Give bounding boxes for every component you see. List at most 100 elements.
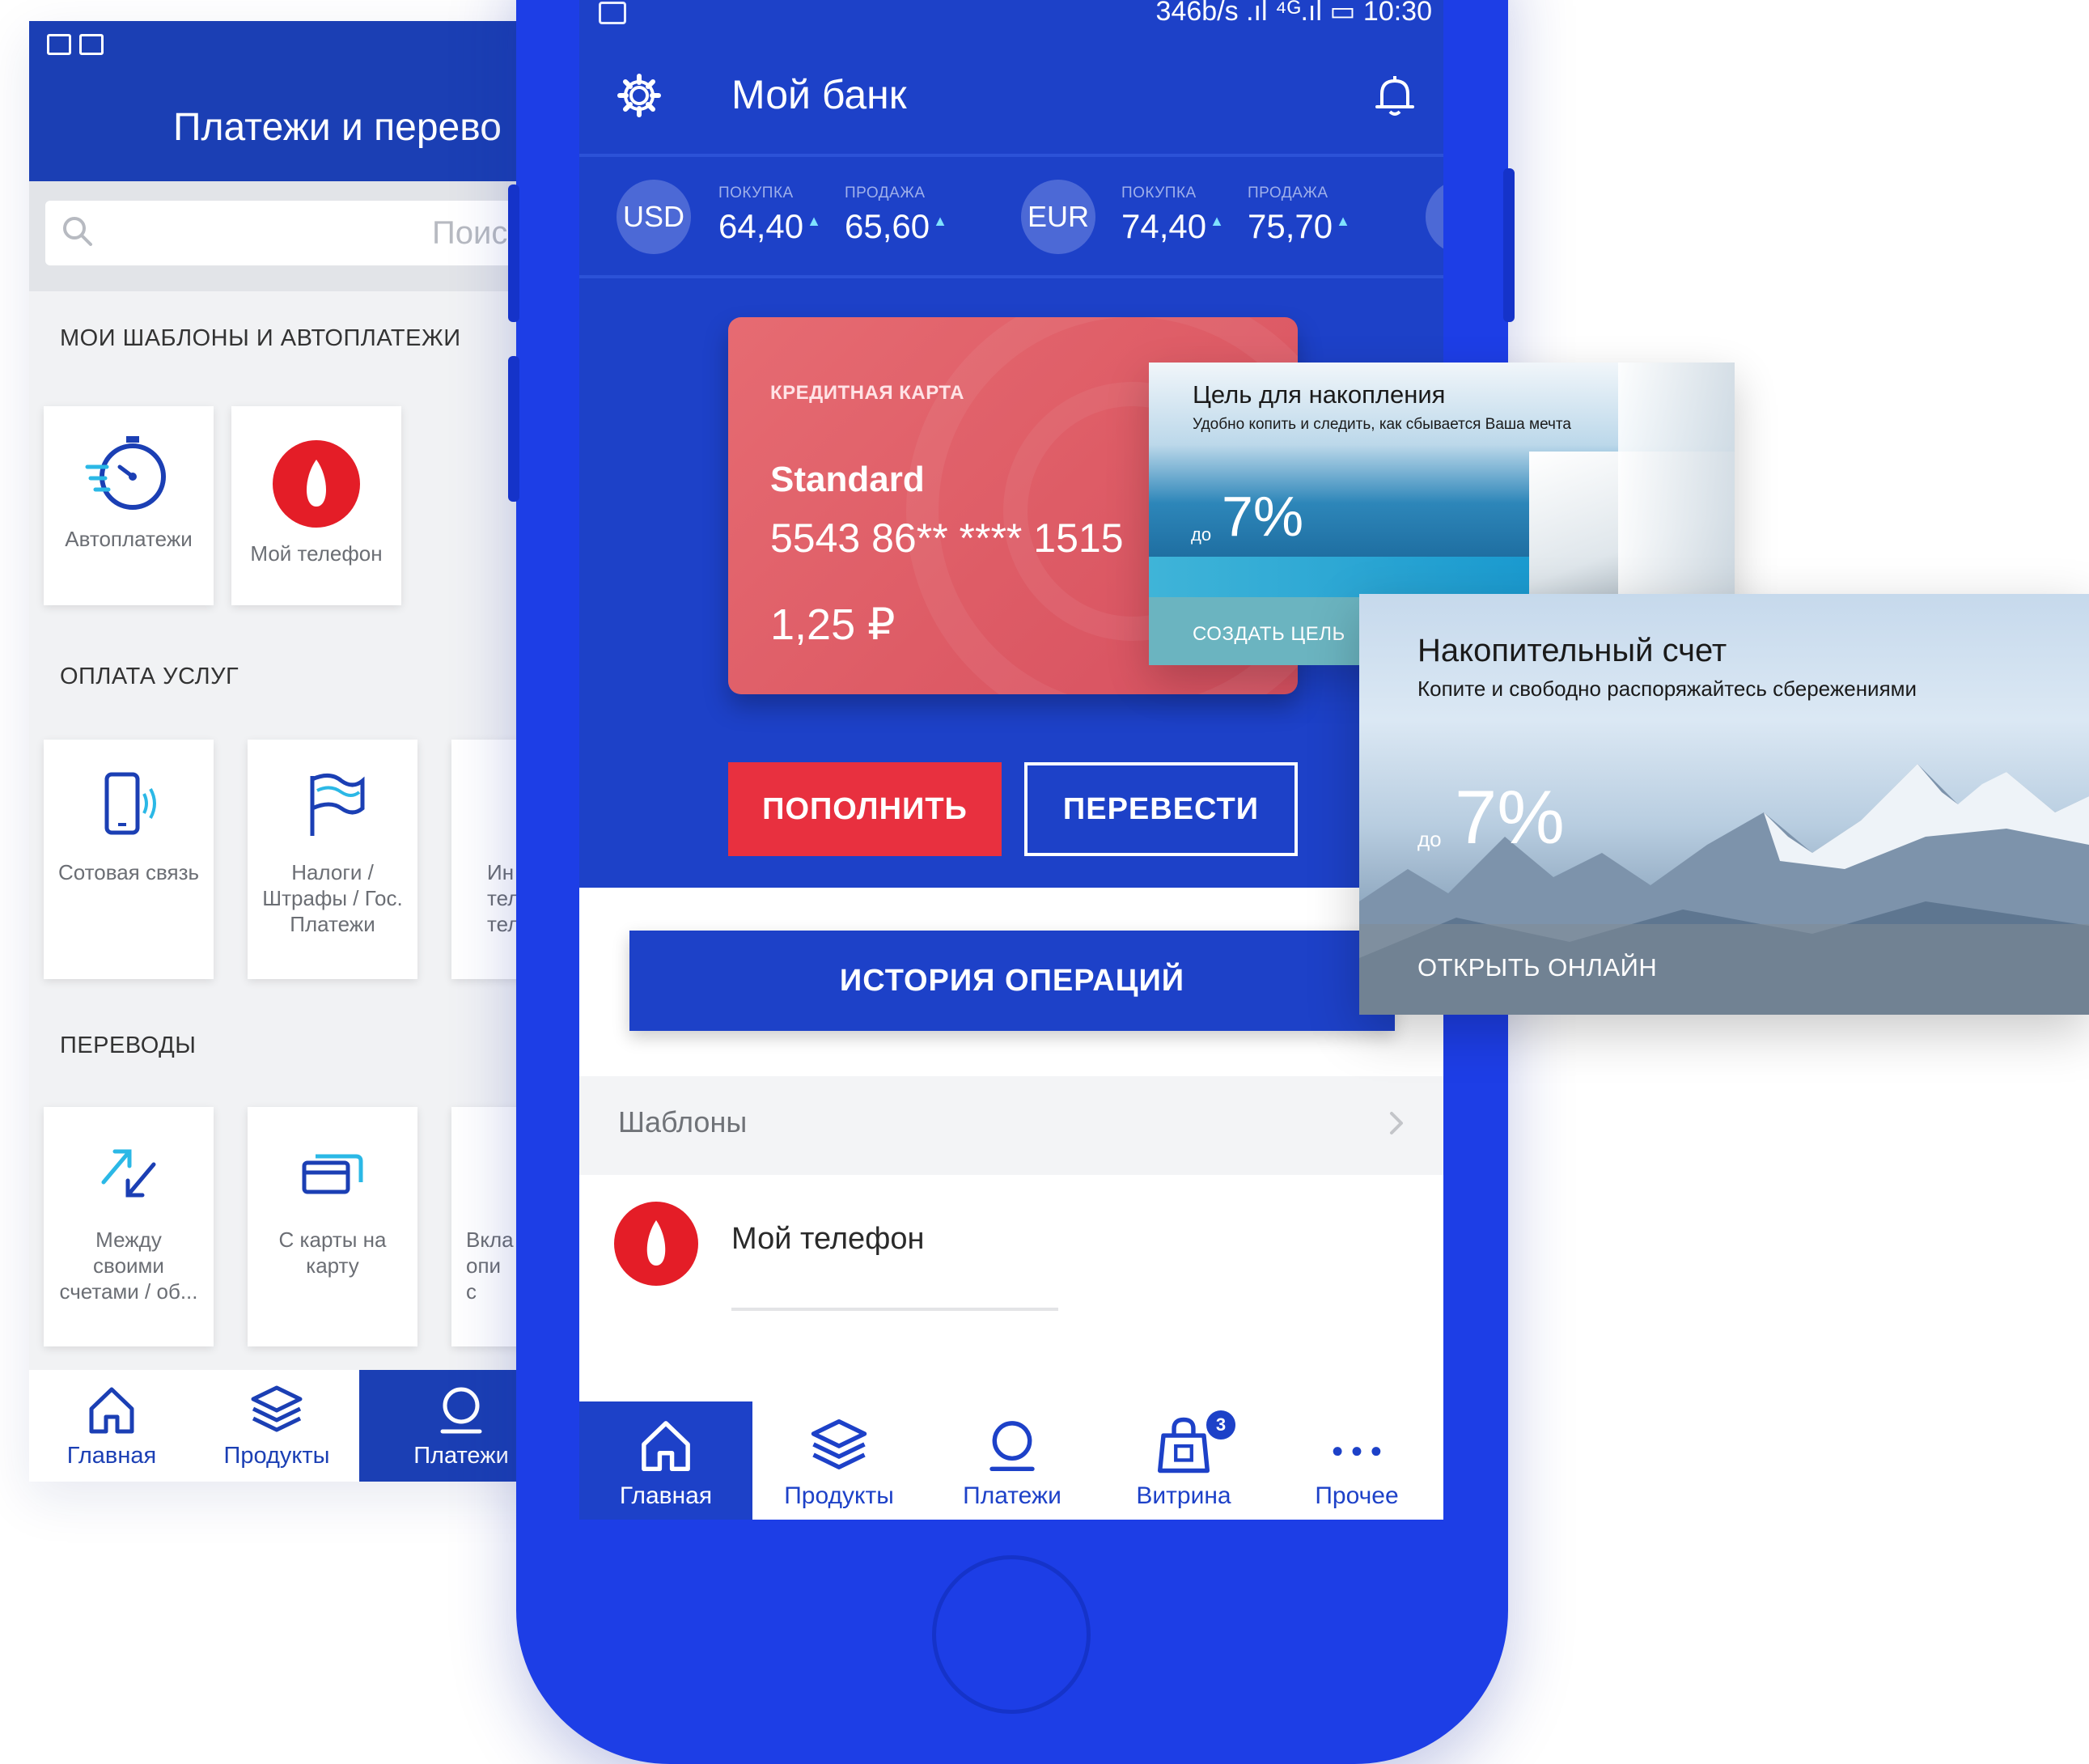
phone-side-button <box>508 356 519 502</box>
open-online-button[interactable]: ОТКРЫТЬ ОНЛАЙН <box>1417 953 1657 982</box>
tile-my-phone[interactable]: Мой телефон <box>231 406 401 605</box>
bell-icon[interactable] <box>1371 71 1419 120</box>
templates-header[interactable]: Шаблоны <box>579 1076 1443 1175</box>
home-icon <box>89 1387 134 1434</box>
topup-button[interactable]: ПОПОЛНИТЬ <box>728 762 1002 856</box>
rate-up-icon: ▲ <box>1210 213 1224 229</box>
promo-rate: 7% <box>1455 774 1565 859</box>
section-heading-transfers: ПЕРЕВОДЫ <box>60 1033 197 1058</box>
search-band: Поиск <box>29 181 563 291</box>
promo-title: Накопительный счет <box>1417 633 1727 668</box>
tile-label: С карты на карту <box>278 1228 387 1278</box>
create-goal-button[interactable]: СОЗДАТЬ ЦЕЛЬ <box>1193 623 1345 646</box>
tile-taxes[interactable]: Налоги / Штрафы / Гос. Платежи <box>248 740 417 979</box>
tile-label: Между своими счетами / об... <box>59 1228 198 1304</box>
layers-icon <box>251 1385 303 1432</box>
sell-label: ПРОДАЖА <box>1248 184 1328 201</box>
page-title: Мой банк <box>731 72 907 117</box>
usd-buy-rate: 64,40 ▲ <box>718 207 821 245</box>
tile-autopayments[interactable]: Автоплатежи <box>44 406 214 605</box>
card-balance: 1,25 ₽ <box>770 600 896 649</box>
eur-buy-rate: 74,40 ▲ <box>1121 207 1224 245</box>
nav-label: Продукты <box>223 1443 330 1469</box>
tile-label: Сотовая связь <box>57 860 200 884</box>
template-name: Мой телефон <box>731 1222 925 1256</box>
tile-card-to-card[interactable]: С карты на карту <box>248 1107 417 1346</box>
promo-subtitle: Удобно копить и следить, как сбывается В… <box>1193 416 1571 433</box>
pool-shape <box>1149 557 1537 597</box>
curtain-shape <box>1618 363 1735 597</box>
stopwatch-icon <box>85 436 166 510</box>
tile-mobile[interactable]: Сотовая связь <box>44 740 214 979</box>
card-number: 5543 86** **** 1515 <box>770 515 1124 561</box>
bottom-nav: Главная Продукты Платежи <box>29 1370 563 1482</box>
mts-egg-logo <box>614 1202 698 1286</box>
status-bar: 346b/s .ıl ⁴ᴳ.ıl ▭ 10:30 <box>579 0 1443 32</box>
tile-label: Мой телефон <box>250 541 383 566</box>
my-bank-screen: 346b/s .ıl ⁴ᴳ.ıl ▭ 10:30 Мой банк USD ПО… <box>579 0 1443 1520</box>
home-icon <box>642 1421 690 1472</box>
eur-sell-rate: 75,70 ▲ <box>1248 207 1350 245</box>
promo-subtitle: Копите и свободно распоряжайтесь сбереже… <box>1417 676 1917 701</box>
nav-item-products[interactable]: Продукты <box>752 1401 926 1520</box>
currency-badge-eur[interactable]: EUR <box>1021 180 1095 254</box>
divider <box>579 275 1443 278</box>
status-bar-icons <box>47 34 104 55</box>
payments-screen: Платежи и перево Поиск МОИ ШАБЛОНЫ И АВТ… <box>29 21 563 1482</box>
templates-label: Шаблоны <box>618 1105 748 1139</box>
promo-title: Цель для накопления <box>1193 380 1446 409</box>
nav-label: Платежи <box>963 1482 1061 1509</box>
bottom-nav: Главная Продукты Платежи 3 Витрина Проче… <box>579 1401 1443 1520</box>
notification-badge: 3 <box>1204 1408 1238 1442</box>
section-heading-services: ОПЛАТА УСЛУГ <box>60 664 239 689</box>
nav-label: Витрина <box>1136 1482 1231 1509</box>
currency-badge-usd[interactable]: USD <box>617 180 691 254</box>
more-dots-icon <box>1333 1447 1381 1457</box>
message-icon <box>47 34 71 55</box>
phone-side-button <box>508 184 519 322</box>
search-input[interactable]: Поиск <box>45 201 563 265</box>
mobile-phone-icon <box>104 772 156 835</box>
rate-prefix: до <box>1191 524 1212 545</box>
rate-up-icon: ▲ <box>933 213 947 229</box>
card-name: Standard <box>770 460 925 499</box>
cards-icon <box>302 1154 363 1194</box>
payments-icon <box>989 1421 1035 1472</box>
transfer-button[interactable]: ПЕРЕВЕСТИ <box>1024 762 1298 856</box>
buy-label: ПОКУПКА <box>718 184 794 201</box>
promo-rate: 7% <box>1222 485 1304 548</box>
nav-item-home[interactable]: Главная <box>579 1401 752 1520</box>
page-title: Платежи и перево <box>173 106 502 149</box>
card-type: КРЕДИТНАЯ КАРТА <box>770 382 964 404</box>
tile-label: Автоплатежи <box>65 527 193 551</box>
rate-prefix: до <box>1417 827 1442 851</box>
phone-home-button[interactable] <box>932 1555 1091 1714</box>
image-icon <box>79 34 104 55</box>
nav-item-payments[interactable]: Платежи <box>926 1401 1099 1520</box>
rate-up-icon: ▲ <box>1336 213 1350 229</box>
layers-icon <box>811 1418 867 1469</box>
divider <box>579 154 1443 157</box>
promo-card-savings-account[interactable]: Накопительный счет Копите и свободно рас… <box>1359 594 2089 1015</box>
sell-label: ПРОДАЖА <box>845 184 926 201</box>
tile-label: Налоги / Штрафы / Гос. Платежи <box>262 860 403 936</box>
currency-badge-next[interactable] <box>1426 180 1443 254</box>
mts-egg-logo <box>273 440 360 528</box>
nav-label: Прочее <box>1315 1482 1399 1509</box>
tile-between-accounts[interactable]: Между своими счетами / об... <box>44 1107 214 1346</box>
nav-item-products[interactable]: Продукты <box>194 1370 359 1482</box>
status-text: 346b/s .ıl ⁴ᴳ.ıl ▭ 10:30 <box>1155 0 1432 27</box>
arrows-exchange-icon <box>101 1149 156 1198</box>
section-heading-templates: МОИ ШАБЛОНЫ И АВТОПЛАТЕЖИ <box>60 325 461 351</box>
phone-side-button <box>1503 168 1515 322</box>
buy-label: ПОКУПКА <box>1121 184 1197 201</box>
usd-sell-rate: 65,60 ▲ <box>845 207 947 245</box>
nav-item-more[interactable]: Прочее <box>1270 1401 1443 1520</box>
gear-icon[interactable] <box>617 73 662 118</box>
search-icon <box>63 217 92 246</box>
nav-item-showcase[interactable]: 3 Витрина <box>1097 1401 1270 1520</box>
history-button[interactable]: ИСТОРИЯ ОПЕРАЦИЙ <box>629 931 1395 1031</box>
template-item-my-phone[interactable]: Мой телефон <box>579 1175 1443 1312</box>
nav-item-home[interactable]: Главная <box>29 1370 194 1482</box>
payments-icon <box>440 1387 482 1434</box>
